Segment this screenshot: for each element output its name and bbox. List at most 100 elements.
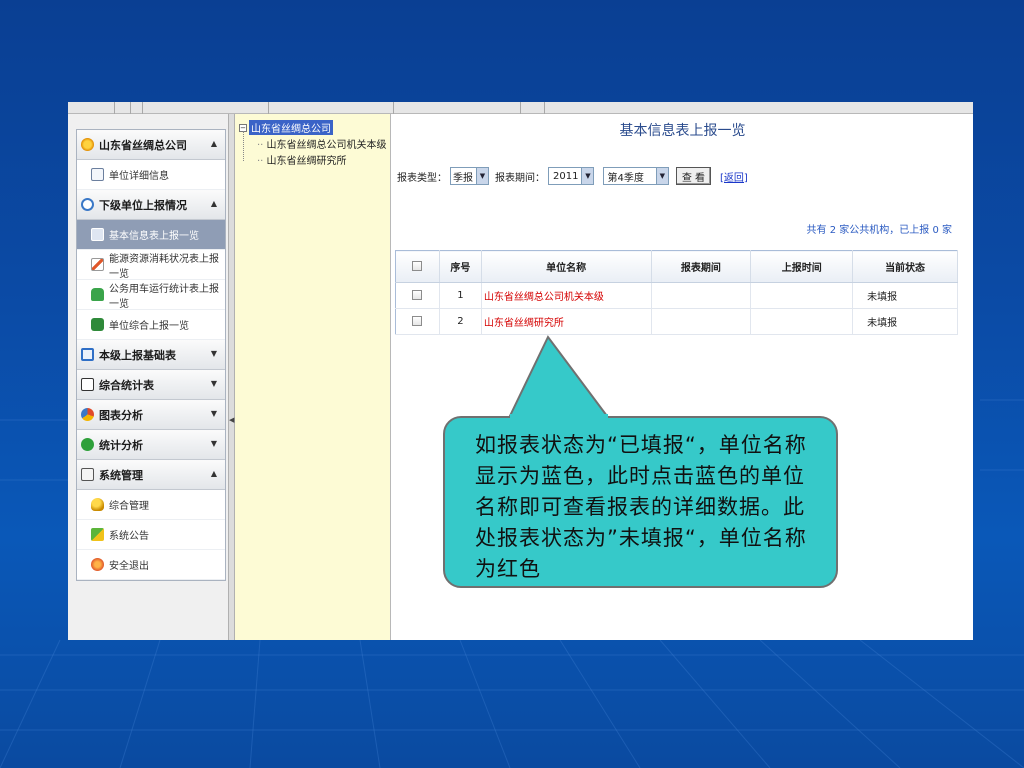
menu-item-label: 综合管理 — [109, 501, 149, 512]
menu-group-label: 综合统计表 — [99, 378, 154, 392]
table-row: 2 山东省丝绸研究所 未填报 — [395, 308, 958, 335]
menu-item-label: 能源资源消耗状况表上报一览 — [109, 253, 219, 280]
edit-icon — [81, 378, 94, 391]
chevron-down-icon: ▼ — [655, 168, 668, 184]
column-header-no: 序号 — [439, 250, 482, 283]
menu-group-stat-tables[interactable]: 综合统计表 ▼ — [77, 370, 225, 400]
menu-item-basic-info-report[interactable]: 基本信息表上报一览 — [77, 220, 225, 250]
row-time — [750, 308, 854, 335]
row-select-cell[interactable] — [395, 308, 440, 335]
edit-icon — [91, 258, 104, 271]
annotation-callout: 如报表状态为“已填报“，单位名称显示为蓝色，此时点击蓝色的单位名称即可查看报表的… — [443, 416, 838, 588]
menu-item-label: 公务用车运行统计表上报一览 — [109, 283, 219, 310]
sidebar: 山东省丝绸总公司 ▲ 单位详细信息 下级单位上报情况 ▲ 基本信息表上报一览 能… — [68, 114, 232, 640]
menu-item-unit-detail[interactable]: 单位详细信息 — [77, 160, 225, 190]
row-select-cell[interactable] — [395, 282, 440, 309]
chevron-up-icon: ▲ — [210, 199, 217, 208]
chevron-up-icon: ▲ — [210, 469, 217, 478]
menu-group-label: 本级上报基础表 — [99, 348, 176, 362]
toolbar-strip — [68, 102, 973, 114]
column-header-time: 上报时间 — [750, 250, 854, 283]
menu-item-label: 系统公告 — [109, 531, 149, 542]
column-header-name: 单位名称 — [481, 250, 652, 283]
quarter-select[interactable]: 第4季度 ▼ — [603, 167, 669, 185]
menu-item-energy-report[interactable]: 能源资源消耗状况表上报一览 — [77, 250, 225, 280]
select-all-checkbox[interactable] — [412, 261, 423, 271]
collapse-arrow-icon: ◀ — [229, 416, 235, 424]
row-checkbox[interactable] — [412, 316, 423, 326]
menu-item-label: 单位详细信息 — [109, 171, 169, 182]
report-type-select[interactable]: 季报 ▼ — [450, 167, 489, 185]
menu-item-vehicle-report[interactable]: 公务用车运行统计表上报一览 — [77, 280, 225, 310]
menu-group-label: 图表分析 — [99, 408, 143, 422]
list-icon — [91, 228, 104, 241]
report-table: 序号 单位名称 报表期间 上报时间 当前状态 1 山东省丝绸总公司机关本级 未填… — [395, 250, 958, 335]
chevron-down-icon: ▼ — [476, 168, 488, 184]
tree-node-hq[interactable]: ·· 山东省丝绸总公司机关本级 — [257, 136, 387, 151]
report-type-value: 季报 — [453, 172, 473, 184]
menu-item-announcement[interactable]: 系统公告 — [77, 520, 225, 550]
menu-item-unit-summary[interactable]: 单位综合上报一览 — [77, 310, 225, 340]
year-value: 2011 — [553, 170, 579, 182]
menu-group-stat-analysis[interactable]: 统计分析 ▼ — [77, 430, 225, 460]
row-checkbox[interactable] — [412, 290, 423, 300]
menu-group-label: 山东省丝绸总公司 — [99, 138, 187, 152]
menu-group-label: 系统管理 — [99, 468, 143, 482]
menu-group-label: 统计分析 — [99, 438, 143, 452]
toolbar-divider — [520, 102, 521, 114]
row-time — [750, 282, 854, 309]
row-number: 2 — [439, 308, 482, 335]
year-select[interactable]: 2011 ▼ — [548, 167, 595, 185]
row-period — [651, 308, 752, 335]
page-title: 基本信息表上报一览 — [619, 123, 746, 139]
chevron-down-icon: ▼ — [581, 168, 594, 184]
magnifier-icon — [81, 198, 94, 211]
row-status: 未填报 — [852, 308, 958, 335]
announcement-icon — [91, 528, 104, 541]
report-type-label: 报表类型： — [397, 172, 447, 184]
menu-item-general-admin[interactable]: 综合管理 — [77, 490, 225, 520]
car-icon — [91, 318, 104, 331]
sidebar-menu: 山东省丝绸总公司 ▲ 单位详细信息 下级单位上报情况 ▲ 基本信息表上报一览 能… — [76, 129, 226, 581]
table-row: 1 山东省丝绸总公司机关本级 未填报 — [395, 282, 958, 309]
menu-item-logout[interactable]: 安全退出 — [77, 550, 225, 580]
chevron-up-icon: ▲ — [210, 139, 217, 148]
toolbar-divider — [544, 102, 545, 114]
tree-node-institute[interactable]: ·· 山东省丝绸研究所 — [257, 152, 347, 167]
key-icon — [91, 498, 104, 511]
chevron-down-icon: ▼ — [210, 409, 217, 418]
tree-node-label: 山东省丝绸研究所 — [266, 156, 347, 167]
select-all-header[interactable] — [395, 250, 440, 283]
column-header-status: 当前状态 — [852, 250, 958, 283]
chevron-down-icon: ▼ — [210, 349, 217, 358]
menu-group-company[interactable]: 山东省丝绸总公司 ▲ — [77, 130, 225, 160]
table-header-row: 序号 单位名称 报表期间 上报时间 当前状态 — [395, 250, 958, 283]
unit-name-link[interactable]: 山东省丝绸总公司机关本级 — [481, 282, 652, 309]
tree-node-label: 山东省丝绸总公司机关本级 — [266, 140, 387, 151]
toolbar-divider — [114, 102, 115, 114]
chevron-down-icon: ▼ — [210, 439, 217, 448]
view-button[interactable]: 查 看 — [675, 167, 712, 185]
toolbar-divider — [268, 102, 269, 114]
tree-root-label: 山东省丝绸总公司 — [249, 120, 333, 135]
org-tree: − 山东省丝绸总公司 ·· 山东省丝绸总公司机关本级 ·· 山东省丝绸研究所 — [235, 114, 391, 640]
toolbar-divider — [130, 102, 131, 114]
unit-name-link[interactable]: 山东省丝绸研究所 — [481, 308, 652, 335]
toolbar-divider — [142, 102, 143, 114]
menu-group-sub-units[interactable]: 下级单位上报情况 ▲ — [77, 190, 225, 220]
menu-item-label: 基本信息表上报一览 — [109, 231, 199, 242]
menu-group-system[interactable]: 系统管理 ▲ — [77, 460, 225, 490]
summary-text: 共有 2 家公共机构，已上报 0 家 — [806, 225, 952, 236]
power-icon — [81, 438, 94, 451]
car-icon — [91, 288, 104, 301]
menu-group-chart-analysis[interactable]: 图表分析 ▼ — [77, 400, 225, 430]
row-status: 未填报 — [852, 282, 958, 309]
chevron-down-icon: ▼ — [210, 379, 217, 388]
tree-root-node[interactable]: − 山东省丝绸总公司 — [239, 120, 333, 135]
pie-chart-icon — [81, 408, 94, 421]
menu-group-base-tables[interactable]: 本级上报基础表 ▼ — [77, 340, 225, 370]
logout-icon — [91, 558, 104, 571]
return-link[interactable]: [返回] — [720, 169, 748, 184]
company-icon — [81, 138, 94, 151]
sidebar-collapse-handle[interactable]: ◀ — [228, 114, 235, 640]
